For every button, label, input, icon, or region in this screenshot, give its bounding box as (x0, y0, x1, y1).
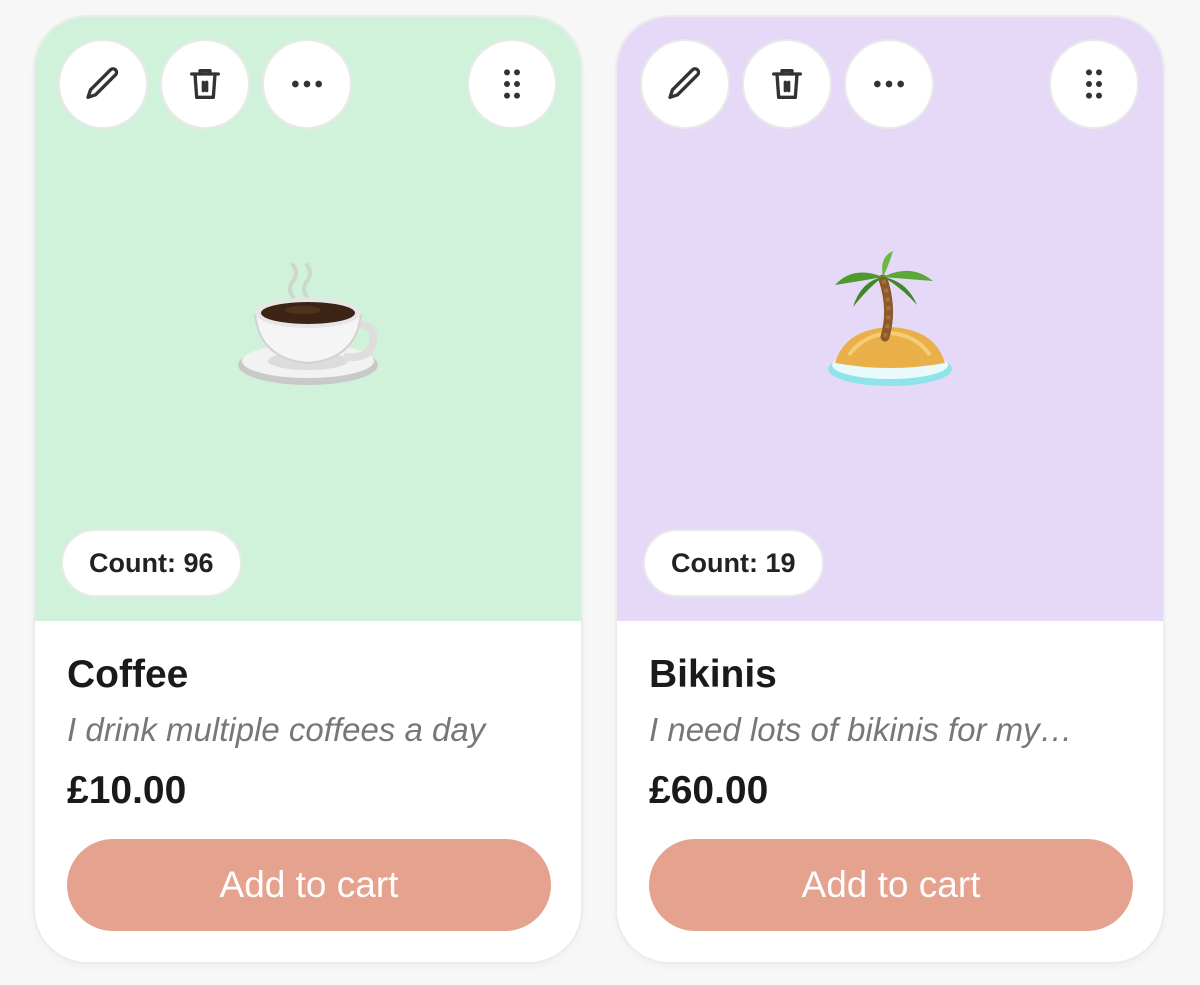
product-hero: Count: 96 (35, 17, 581, 621)
drag-handle-button[interactable] (467, 39, 557, 129)
more-options-button[interactable] (844, 39, 934, 129)
product-price: £60.00 (649, 769, 769, 812)
product-price: £10.00 (67, 769, 187, 812)
edit-button[interactable] (58, 39, 148, 129)
add-to-cart-button[interactable]: Add to cart (649, 839, 1133, 931)
pencil-icon (86, 67, 119, 100)
more-options-button[interactable] (262, 39, 352, 129)
add-to-cart-button[interactable]: Add to cart (67, 839, 551, 931)
ellipsis-icon (292, 80, 322, 88)
delete-button[interactable] (160, 39, 250, 129)
product-title: Bikinis (649, 653, 777, 696)
coffee-cup-icon (238, 263, 378, 385)
product-hero: Count: 19 (617, 17, 1163, 621)
pencil-icon (668, 67, 701, 100)
drag-handle-icon (1086, 69, 1102, 99)
product-description: I drink multiple coffees a day (67, 711, 486, 748)
count-badge: Count: 96 (61, 529, 242, 597)
edit-button[interactable] (640, 39, 730, 129)
product-description: I need lots of bikinis for my… (649, 711, 1073, 748)
drag-handle-button[interactable] (1049, 39, 1139, 129)
drag-handle-icon (504, 69, 520, 99)
product-title: Coffee (67, 653, 189, 696)
palm-island-icon (828, 251, 952, 386)
product-card-bikinis: Count: 19 Bikinis I need lots of bikinis… (617, 17, 1163, 962)
trash-icon (190, 69, 220, 100)
trash-icon (772, 69, 802, 100)
product-card-coffee: Count: 96 Coffee I drink multiple coffee… (35, 17, 581, 962)
ellipsis-icon (874, 80, 904, 88)
count-badge: Count: 19 (643, 529, 824, 597)
delete-button[interactable] (742, 39, 832, 129)
